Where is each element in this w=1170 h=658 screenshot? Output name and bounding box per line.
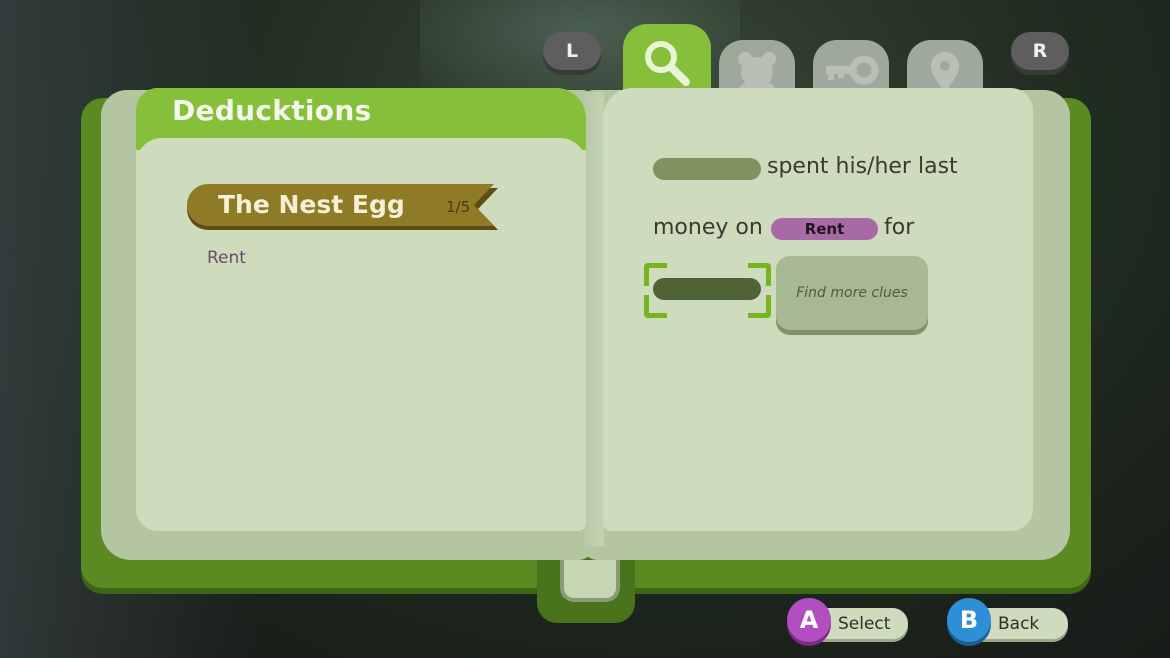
find-more-clues-card: Find more clues — [776, 256, 928, 330]
book-spine-loop — [560, 560, 620, 602]
shoulder-l-button[interactable]: L — [543, 32, 601, 70]
shoulder-r-button[interactable]: R — [1011, 32, 1069, 70]
select-label: Select — [838, 614, 891, 634]
selection-corner-tr — [748, 263, 771, 286]
case-ribbon[interactable]: The Nest Egg 1/5 — [186, 184, 506, 230]
b-button-icon: B — [947, 598, 991, 642]
right-page: spent his/her last money on Rent for Fin… — [603, 88, 1033, 531]
page-title: Deducktions — [172, 94, 372, 127]
tag-rent[interactable]: Rent — [771, 218, 878, 240]
selection-corner-tl — [644, 263, 667, 286]
sentence-line1: spent his/her last — [767, 154, 958, 179]
case-name: The Nest Egg — [218, 190, 405, 219]
blank-slot-selected[interactable] — [653, 278, 761, 300]
back-label: Back — [998, 614, 1040, 634]
book-gutter — [584, 92, 604, 547]
a-button-icon: A — [787, 598, 831, 642]
selection-corner-bl — [644, 295, 667, 318]
magnifier-icon — [645, 41, 690, 86]
selection-corner-br — [748, 295, 771, 318]
deduction-item-rent[interactable]: Rent — [207, 248, 246, 268]
left-page: Deducktions The Nest Egg 1/5 Rent — [136, 88, 586, 531]
sentence-line2-suffix: for — [884, 215, 915, 240]
case-progress: 1/5 — [446, 198, 471, 216]
bear-icon — [738, 52, 776, 92]
blank-slot-person[interactable] — [653, 158, 761, 180]
sentence-line2-prefix: money on — [653, 215, 763, 240]
key-icon — [826, 55, 879, 85]
